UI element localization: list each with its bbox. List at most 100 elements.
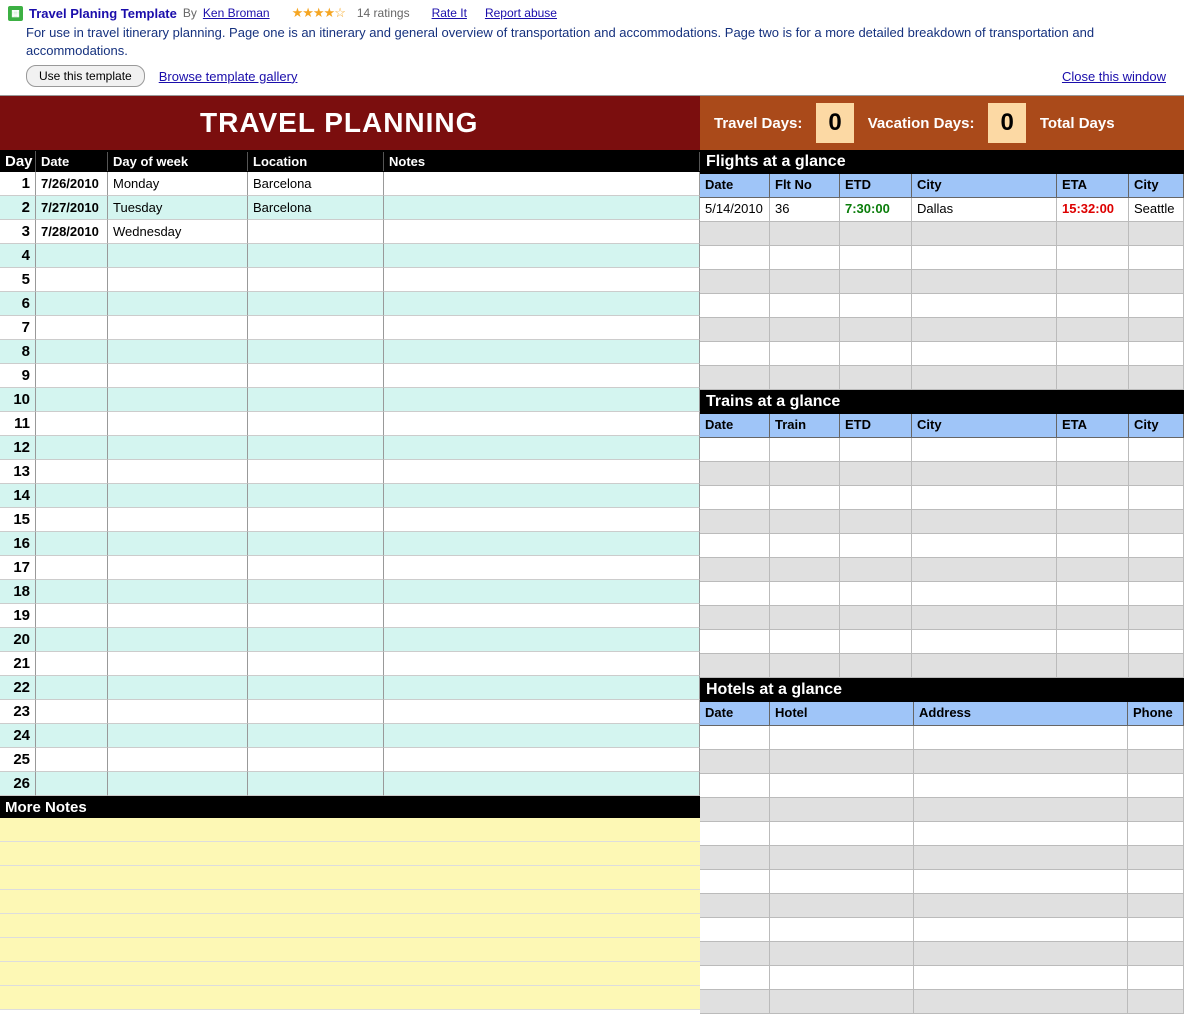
itinerary-row[interactable]: 10 xyxy=(0,388,700,412)
itinerary-row[interactable]: 11 xyxy=(0,412,700,436)
cell-dow[interactable] xyxy=(108,604,248,628)
cell-day[interactable]: 10 xyxy=(0,388,36,412)
train-row[interactable] xyxy=(700,630,1184,654)
cell-notes[interactable] xyxy=(384,556,700,580)
train-row[interactable] xyxy=(700,582,1184,606)
notes-row[interactable] xyxy=(0,890,700,914)
flights-col-city[interactable]: City xyxy=(912,174,1057,198)
cell-notes[interactable] xyxy=(384,172,700,196)
trains-col-city[interactable]: City xyxy=(912,414,1057,438)
cell-location[interactable] xyxy=(248,340,384,364)
flight-eta[interactable]: 15:32:00 xyxy=(1057,198,1129,222)
hotel-row[interactable] xyxy=(700,966,1184,990)
itinerary-row[interactable]: 25 xyxy=(0,748,700,772)
cell-location[interactable] xyxy=(248,772,384,796)
cell-date[interactable] xyxy=(36,604,108,628)
cell-day[interactable]: 4 xyxy=(0,244,36,268)
hotels-col-hotel[interactable]: Hotel xyxy=(770,702,914,726)
cell-day[interactable]: 12 xyxy=(0,436,36,460)
cell-date[interactable] xyxy=(36,508,108,532)
cell-date[interactable] xyxy=(36,580,108,604)
cell-dow[interactable] xyxy=(108,436,248,460)
itinerary-row[interactable]: 27/27/2010TuesdayBarcelona xyxy=(0,196,700,220)
cell-day[interactable]: 25 xyxy=(0,748,36,772)
cell-date[interactable] xyxy=(36,556,108,580)
itinerary-row[interactable]: 12 xyxy=(0,436,700,460)
flights-col-eta[interactable]: ETA xyxy=(1057,174,1129,198)
flight-city2[interactable]: Seattle xyxy=(1129,198,1184,222)
trains-col-city2[interactable]: City xyxy=(1129,414,1184,438)
train-row[interactable] xyxy=(700,438,1184,462)
cell-day[interactable]: 6 xyxy=(0,292,36,316)
col-location[interactable]: Location xyxy=(248,152,384,171)
cell-dow[interactable] xyxy=(108,484,248,508)
cell-notes[interactable] xyxy=(384,292,700,316)
cell-day[interactable]: 1 xyxy=(0,172,36,196)
cell-date[interactable]: 7/28/2010 xyxy=(36,220,108,244)
cell-notes[interactable] xyxy=(384,364,700,388)
cell-dow[interactable]: Monday xyxy=(108,172,248,196)
cell-day[interactable]: 11 xyxy=(0,412,36,436)
cell-day[interactable]: 24 xyxy=(0,724,36,748)
cell-notes[interactable] xyxy=(384,268,700,292)
cell-notes[interactable] xyxy=(384,340,700,364)
trains-col-date[interactable]: Date xyxy=(700,414,770,438)
cell-day[interactable]: 19 xyxy=(0,604,36,628)
flight-etd[interactable]: 7:30:00 xyxy=(840,198,912,222)
cell-dow[interactable] xyxy=(108,340,248,364)
close-window-link[interactable]: Close this window xyxy=(1062,69,1166,84)
cell-notes[interactable] xyxy=(384,220,700,244)
cell-day[interactable]: 3 xyxy=(0,220,36,244)
hotel-row[interactable] xyxy=(700,774,1184,798)
cell-date[interactable] xyxy=(36,268,108,292)
train-row[interactable] xyxy=(700,486,1184,510)
cell-date[interactable] xyxy=(36,436,108,460)
cell-notes[interactable] xyxy=(384,244,700,268)
cell-location[interactable] xyxy=(248,364,384,388)
cell-dow[interactable] xyxy=(108,628,248,652)
cell-date[interactable]: 7/27/2010 xyxy=(36,196,108,220)
cell-dow[interactable] xyxy=(108,316,248,340)
itinerary-row[interactable]: 15 xyxy=(0,508,700,532)
cell-location[interactable] xyxy=(248,676,384,700)
cell-dow[interactable] xyxy=(108,652,248,676)
trains-col-eta[interactable]: ETA xyxy=(1057,414,1129,438)
cell-location[interactable] xyxy=(248,724,384,748)
hotel-row[interactable] xyxy=(700,798,1184,822)
flights-col-city2[interactable]: City xyxy=(1129,174,1184,198)
cell-dow[interactable] xyxy=(108,268,248,292)
train-row[interactable] xyxy=(700,558,1184,582)
itinerary-row[interactable]: 21 xyxy=(0,652,700,676)
cell-date[interactable] xyxy=(36,460,108,484)
vacation-days-value[interactable]: 0 xyxy=(988,103,1025,143)
flight-row[interactable] xyxy=(700,246,1184,270)
cell-day[interactable]: 7 xyxy=(0,316,36,340)
cell-notes[interactable] xyxy=(384,700,700,724)
itinerary-row[interactable]: 13 xyxy=(0,460,700,484)
notes-row[interactable] xyxy=(0,842,700,866)
cell-notes[interactable] xyxy=(384,772,700,796)
cell-day[interactable]: 22 xyxy=(0,676,36,700)
cell-dow[interactable]: Wednesday xyxy=(108,220,248,244)
cell-dow[interactable] xyxy=(108,508,248,532)
cell-day[interactable]: 8 xyxy=(0,340,36,364)
cell-dow[interactable] xyxy=(108,364,248,388)
cell-date[interactable] xyxy=(36,364,108,388)
author-link[interactable]: Ken Broman xyxy=(203,6,270,20)
trains-col-etd[interactable]: ETD xyxy=(840,414,912,438)
notes-row[interactable] xyxy=(0,818,700,842)
col-day[interactable]: Day xyxy=(0,151,36,172)
flight-row[interactable] xyxy=(700,342,1184,366)
train-row[interactable] xyxy=(700,510,1184,534)
cell-notes[interactable] xyxy=(384,388,700,412)
cell-location[interactable] xyxy=(248,508,384,532)
cell-location[interactable] xyxy=(248,220,384,244)
hotel-row[interactable] xyxy=(700,846,1184,870)
cell-date[interactable] xyxy=(36,772,108,796)
cell-location[interactable] xyxy=(248,532,384,556)
train-row[interactable] xyxy=(700,462,1184,486)
trains-col-train[interactable]: Train xyxy=(770,414,840,438)
train-row[interactable] xyxy=(700,534,1184,558)
notes-row[interactable] xyxy=(0,914,700,938)
cell-location[interactable] xyxy=(248,628,384,652)
